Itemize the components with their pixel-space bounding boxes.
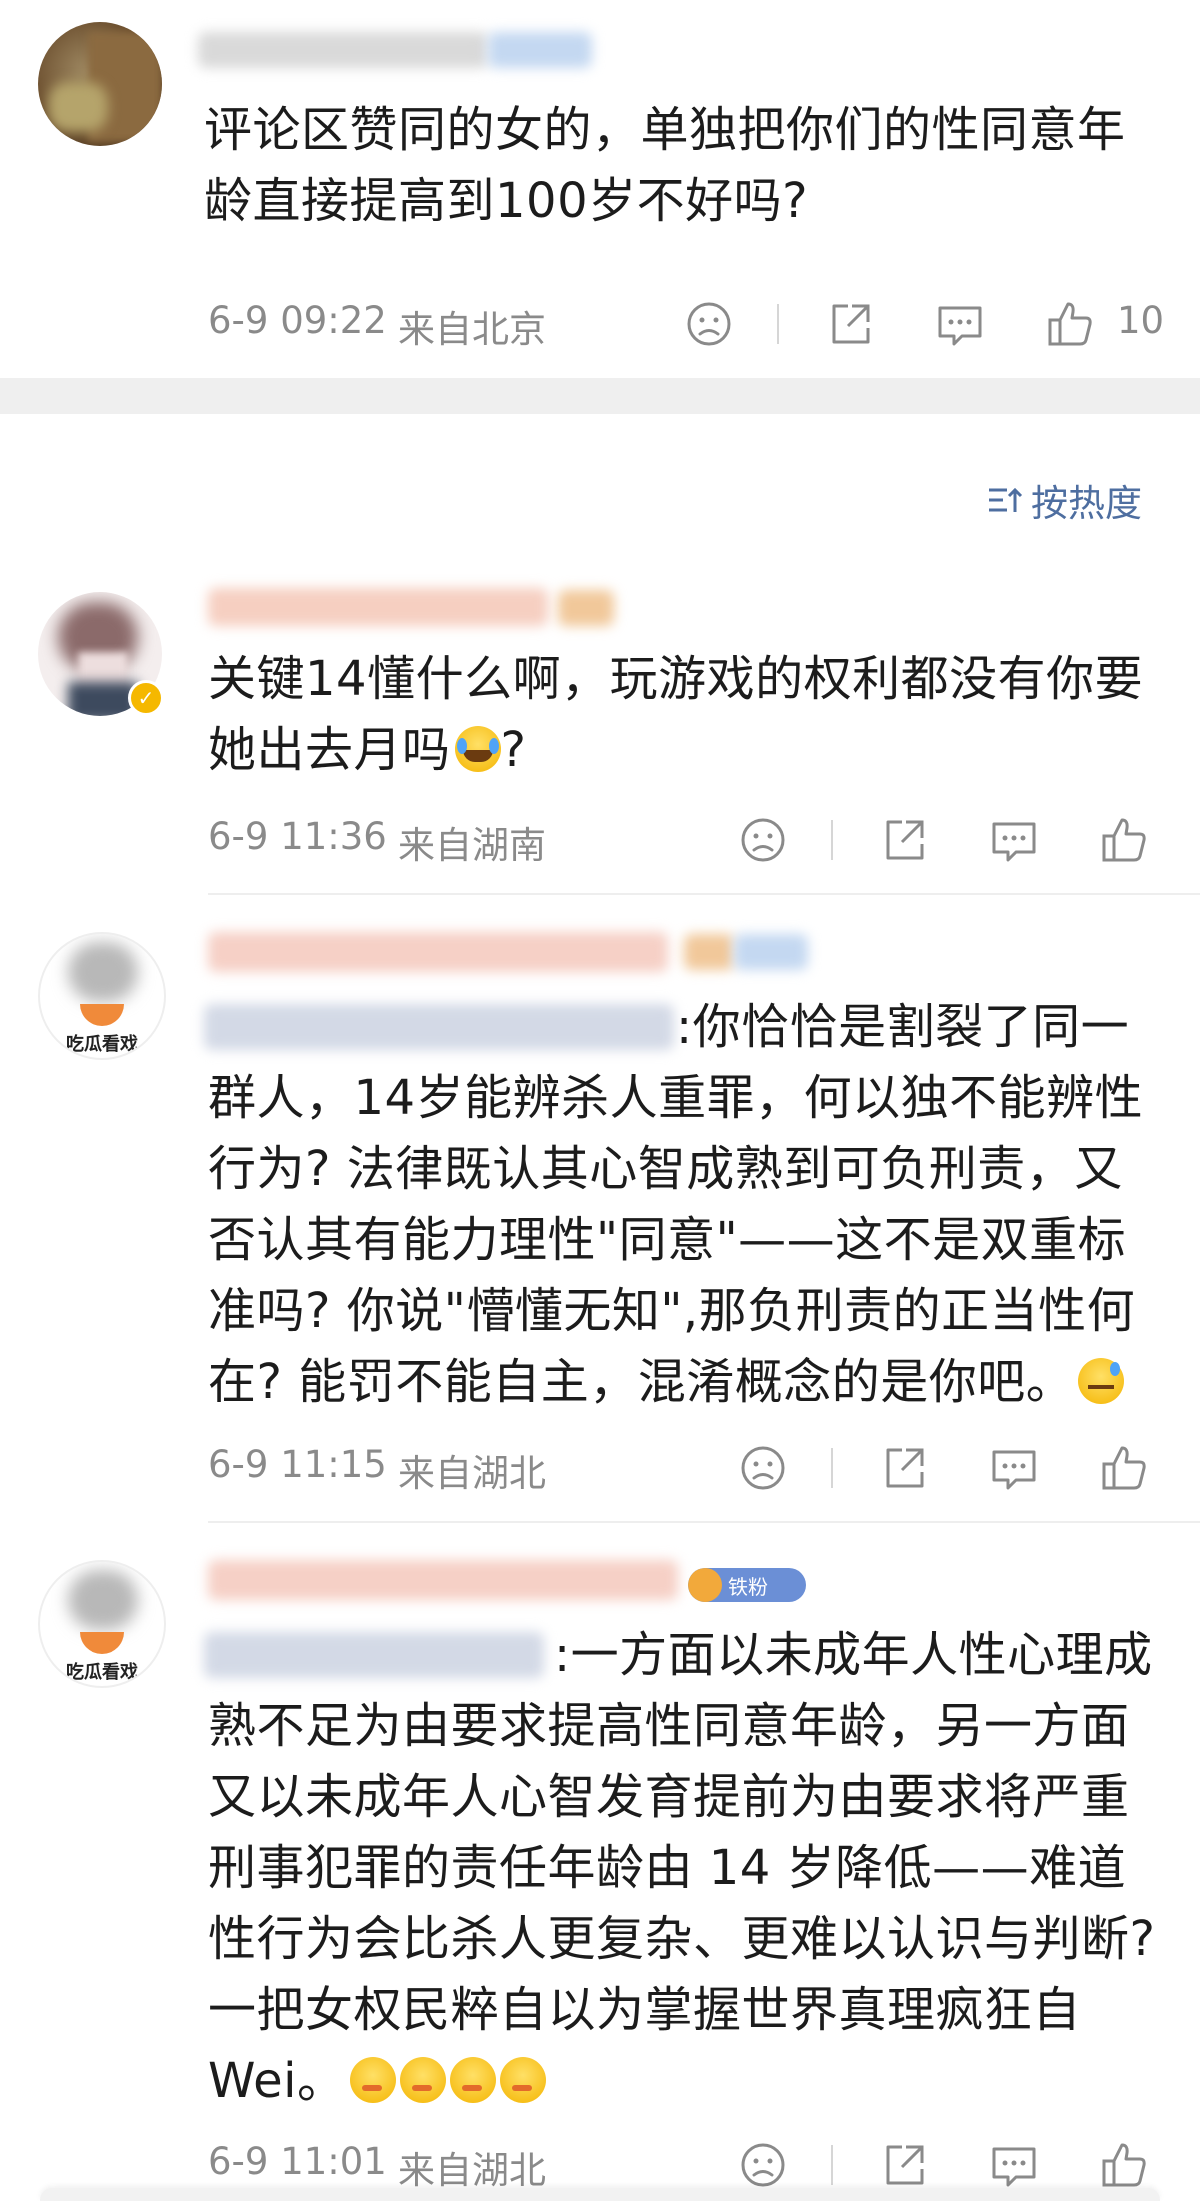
share-icon[interactable] [876,2137,932,2193]
comment-text: :你恰恰是割裂了同一群人，14岁能辨杀人重罪，何以独不能辨性行为? 法律既认其心… [208,999,1144,1410]
like-icon[interactable] [1042,296,1098,352]
comment-text: 关键14懂什么啊，玩游戏的权利都没有你要她出去月吗? [208,651,1144,778]
comment-icon[interactable] [932,296,988,352]
thinking-emoji [399,2057,446,2103]
verified-badge: ✓ [128,680,164,716]
fan-badge-label: 铁粉 [728,1574,768,1599]
user-badge-blurred [684,934,734,970]
sort-label: 按热度 [1031,482,1142,525]
avatar[interactable]: 吃瓜看戏 [38,1560,166,1688]
comment-time: 6-9 11:36 [208,815,387,858]
dislike-icon[interactable] [735,2137,791,2193]
comment-text: 评论区赞同的女的，单独把你们的性同意年龄直接提高到100岁不好吗? [204,102,1126,229]
comment-location: 来自北京 [398,308,546,351]
username-blurred[interactable] [208,1560,678,1600]
section-divider [0,378,1200,414]
username-blurred[interactable] [208,932,668,972]
action-divider [831,1448,833,1488]
action-divider [831,2145,833,2185]
share-icon[interactable] [822,296,878,352]
share-icon[interactable] [876,812,932,868]
comment-location: 来自湖北 [398,1452,546,1495]
comment-time: 6-9 09:22 [208,299,387,342]
dislike-icon[interactable] [735,1440,791,1496]
like-count: 10 [1117,299,1165,342]
bottom-panel-edge [40,2188,1160,2201]
comment-location: 来自湖南 [398,824,546,867]
avatar-label: 吃瓜看戏 [66,1034,138,1055]
comment-time: 6-9 11:15 [208,1443,387,1486]
thinking-emoji [349,2057,396,2103]
comment-text: :一方面以未成年人性心理成熟不足为由要求提高性同意年龄，另一方面又以未成年人心智… [208,1627,1172,2109]
avatar[interactable] [38,22,162,146]
thinking-emoji [449,2057,496,2103]
avatar-label: 吃瓜看戏 [66,1662,138,1683]
username-blurred[interactable] [208,588,548,626]
action-divider [831,820,833,860]
like-icon[interactable] [1096,2137,1152,2193]
user-badge-blurred [734,934,808,970]
comment-divider [208,1521,1200,1523]
username-blurred[interactable] [198,32,488,68]
laughing-crying-emoji [454,726,501,772]
action-divider [777,304,779,344]
comment-location: 来自湖北 [398,2149,546,2192]
dislike-icon[interactable] [735,812,791,868]
comment-icon[interactable] [986,1440,1042,1496]
sweat-smile-emoji [1078,1358,1125,1404]
like-icon[interactable] [1096,812,1152,868]
crown-icon [688,1568,722,1602]
sort-icon [985,480,1025,520]
user-badge-blurred [558,590,614,626]
comment-icon[interactable] [986,812,1042,868]
like-icon[interactable] [1096,1440,1152,1496]
comment-time: 6-9 11:01 [208,2140,387,2183]
comment-divider [208,893,1200,895]
thinking-emoji [499,2057,546,2103]
fan-badge: 铁粉 [688,1568,806,1602]
comment-icon[interactable] [986,2137,1042,2193]
share-icon[interactable] [876,1440,932,1496]
sort-control[interactable]: 按热度 [985,472,1142,528]
dislike-icon[interactable] [681,296,737,352]
user-badge-blurred [488,32,592,68]
avatar[interactable]: 吃瓜看戏 [38,932,166,1060]
